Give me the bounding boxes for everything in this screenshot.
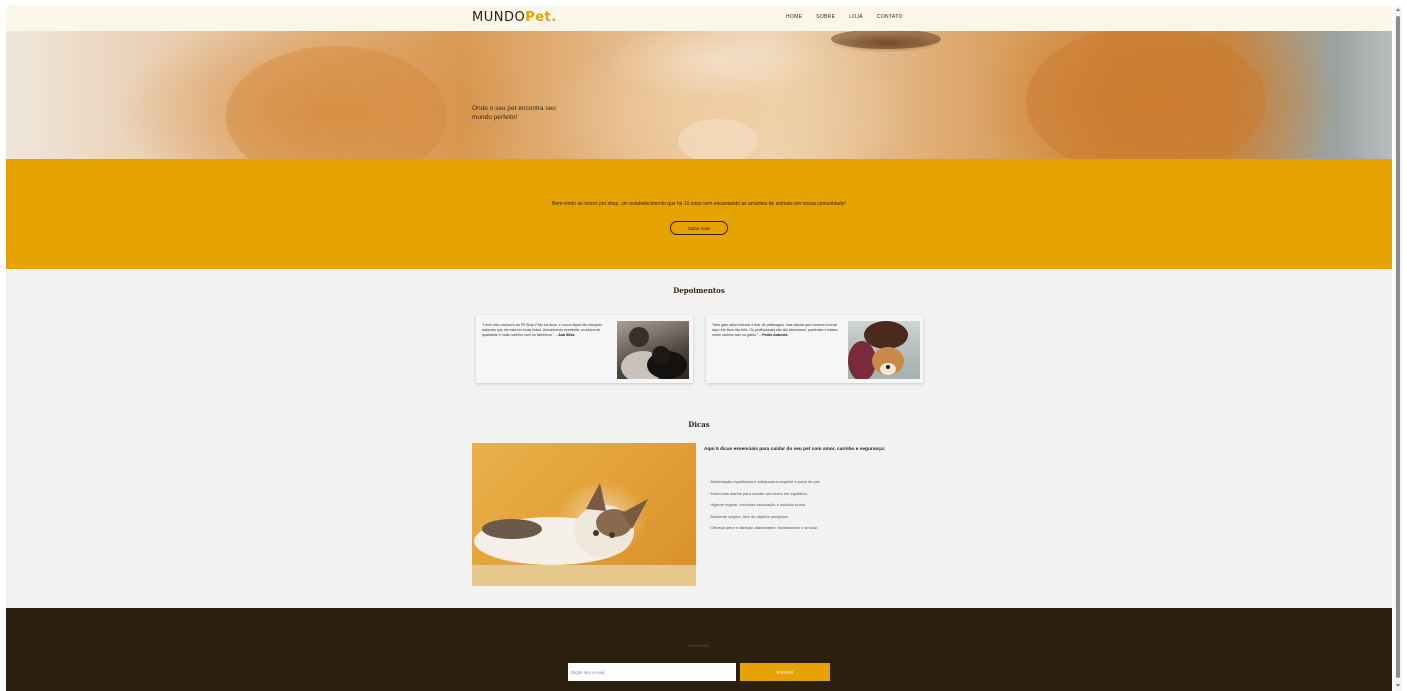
email-field[interactable] (568, 663, 736, 681)
hero-dog-image (226, 31, 1266, 159)
tip-item: Ambiente seguro, livre de objetos perigo… (708, 511, 820, 523)
dog-head (652, 346, 670, 364)
welcome-text: Bem-vindo ao nosso pet shop, um estabele… (552, 201, 846, 207)
main-nav: HOME SOBRE LOJA CONTATO (786, 14, 903, 20)
testimonial-photo (848, 321, 920, 379)
tips-title: Dicas (688, 420, 710, 429)
logo-accent-text: Pet. (525, 10, 557, 25)
kitten-photo (472, 443, 696, 586)
site-logo[interactable]: MUNDOPet. (472, 10, 557, 25)
nav-home[interactable]: HOME (786, 14, 802, 20)
nav-sobre[interactable]: SOBRE (816, 14, 835, 20)
tip-item: Ofereça amor e atenção diariamente, fort… (708, 522, 820, 534)
footer: Newsletter ENVIAR (6, 608, 1392, 691)
dog-ear-left (226, 46, 446, 159)
testimonial-author: Pedro Antunes (762, 333, 788, 337)
kitten-ear-left (586, 483, 606, 511)
person-shoulder (848, 341, 876, 379)
kitten-patch (482, 519, 542, 539)
vertical-scrollbar[interactable] (1394, 6, 1402, 691)
tips-heading: Aqui 5 dicas essenciais para cuidar do s… (704, 447, 886, 452)
person-with-beagle-image (848, 321, 908, 379)
testimonial-card: "Levei meu cachorro ao Pit Shop Feliz há… (476, 315, 693, 383)
welcome-section: Bem-vindo ao nosso pet shop, um estabele… (6, 159, 1392, 269)
send-button[interactable]: ENVIAR (740, 663, 830, 681)
saiba-mais-button[interactable]: Saiba mais (670, 221, 728, 235)
person-head (629, 327, 649, 347)
person-hair (864, 321, 908, 349)
scroll-thumb[interactable] (1396, 16, 1400, 678)
tip-item: Alimentação equilibrada e adequada à esp… (708, 476, 820, 488)
nav-contato[interactable]: CONTATO (877, 14, 903, 20)
tips-list: Alimentação equilibrada e adequada à esp… (708, 476, 820, 534)
newsletter-label: Newsletter (688, 643, 710, 648)
page-viewport: MUNDOPet. HOME SOBRE LOJA CONTATO Onde o… (6, 6, 1392, 691)
tip-item: Higiene regular, incluindo escovação e c… (708, 499, 820, 511)
person-with-dog-image (621, 327, 687, 379)
testimonial-text: "Levei meu cachorro ao Pit Shop Feliz há… (482, 323, 614, 338)
logo-text: MUNDO (472, 10, 526, 25)
nav-loja[interactable]: LOJA (849, 14, 863, 20)
dog-ear-right (1026, 31, 1266, 159)
testimonial-text: "Meu gato adora brincar e tirar de petis… (712, 323, 844, 338)
scroll-up-arrow-icon[interactable] (1396, 8, 1400, 11)
testimonials-title: Depoimentos (673, 286, 725, 295)
beagle-nose (886, 365, 890, 369)
scroll-down-arrow-icon[interactable] (1396, 684, 1400, 687)
testimonial-photo (617, 321, 689, 379)
top-navbar: MUNDOPet. HOME SOBRE LOJA CONTATO (6, 6, 1392, 31)
dog-nose-highlight (678, 119, 758, 159)
kitten-image (472, 483, 696, 586)
kitten-eye-left (593, 530, 599, 536)
dog-eye-shadow (831, 31, 941, 49)
hero-banner: Onde o seu pet encontra seu mundo perfei… (6, 31, 1392, 159)
kitten-eye-right (609, 532, 615, 538)
testimonial-card: "Meu gato adora brincar e tirar de petis… (706, 315, 923, 383)
testimonial-author: Ana Silva (558, 333, 575, 337)
testimonial-quote: "Levei meu cachorro ao Pit Shop Feliz há… (482, 323, 602, 337)
tip-item: Exercícios diários para manter seu bicho… (708, 488, 820, 500)
kitten-ledge (472, 565, 696, 586)
hero-tagline: Onde o seu pet encontra seu mundo perfei… (472, 105, 556, 121)
